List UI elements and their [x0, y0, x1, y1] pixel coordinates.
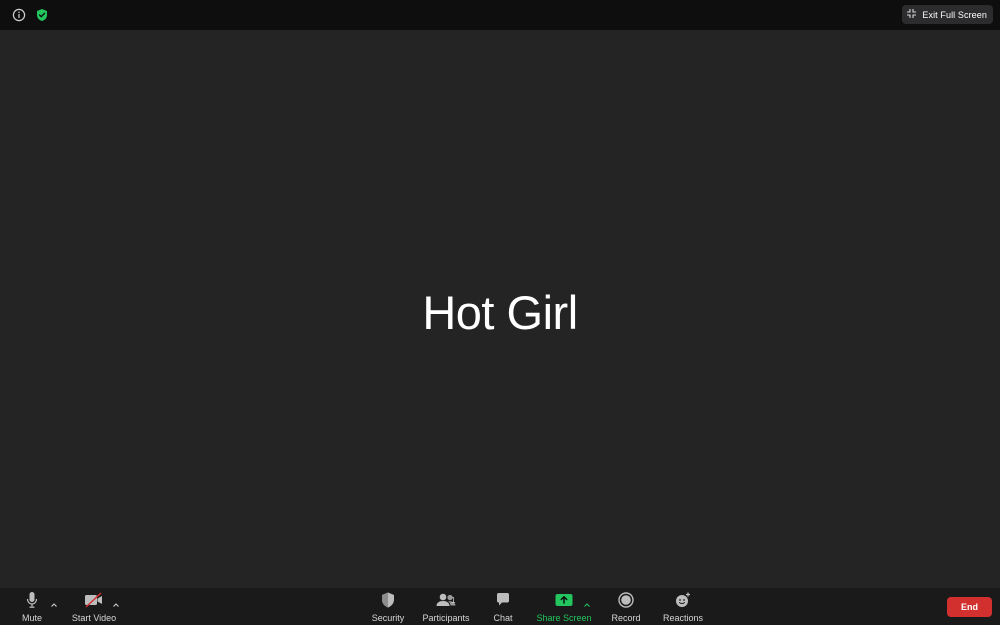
share-screen-icon [554, 590, 574, 610]
start-video-label: Start Video [71, 613, 117, 623]
participants-count: 1 [451, 596, 456, 605]
chevron-up-icon[interactable] [583, 596, 591, 607]
exit-full-screen-label: Exit Full Screen [922, 9, 987, 20]
security-button[interactable]: Security [370, 590, 406, 623]
reactions-button[interactable]: Reactions [661, 590, 705, 623]
participants-label: Participants [422, 613, 470, 623]
chevron-up-icon[interactable] [50, 596, 58, 607]
mute-label: Mute [21, 613, 42, 623]
video-stage: Hot Girl [0, 30, 1000, 588]
zoom-meeting-window: Exit Full Screen Hot Girl Mute Start Vid… [0, 0, 1000, 625]
record-label: Record [611, 613, 641, 623]
chevron-up-icon[interactable] [112, 596, 120, 607]
shield-check-icon[interactable] [35, 8, 49, 22]
chat-bubble-icon [495, 590, 511, 610]
smiley-add-icon [674, 590, 692, 610]
participant-name: Hot Girl [422, 286, 578, 339]
record-icon [617, 590, 635, 610]
record-button[interactable]: Record [609, 590, 643, 623]
exit-full-screen-button[interactable]: Exit Full Screen [902, 5, 993, 24]
video-off-icon [84, 590, 104, 610]
participants-button[interactable]: 1 Participants [420, 590, 472, 623]
top-bar: Exit Full Screen [0, 0, 1000, 30]
exit-fullscreen-icon [906, 6, 917, 24]
mute-button[interactable]: Mute [18, 590, 46, 623]
microphone-icon [25, 590, 39, 610]
security-label: Security [371, 613, 405, 623]
share-screen-label: Share Screen [536, 613, 592, 623]
chat-label: Chat [493, 613, 513, 623]
reactions-label: Reactions [662, 613, 704, 623]
meeting-toolbar: Mute Start Video Security 1 Participants… [0, 588, 1000, 625]
end-meeting-button[interactable]: End [947, 597, 992, 617]
info-icon[interactable] [12, 8, 26, 22]
shield-icon [380, 590, 396, 610]
participants-icon: 1 [428, 590, 464, 610]
chat-button[interactable]: Chat [489, 590, 517, 623]
